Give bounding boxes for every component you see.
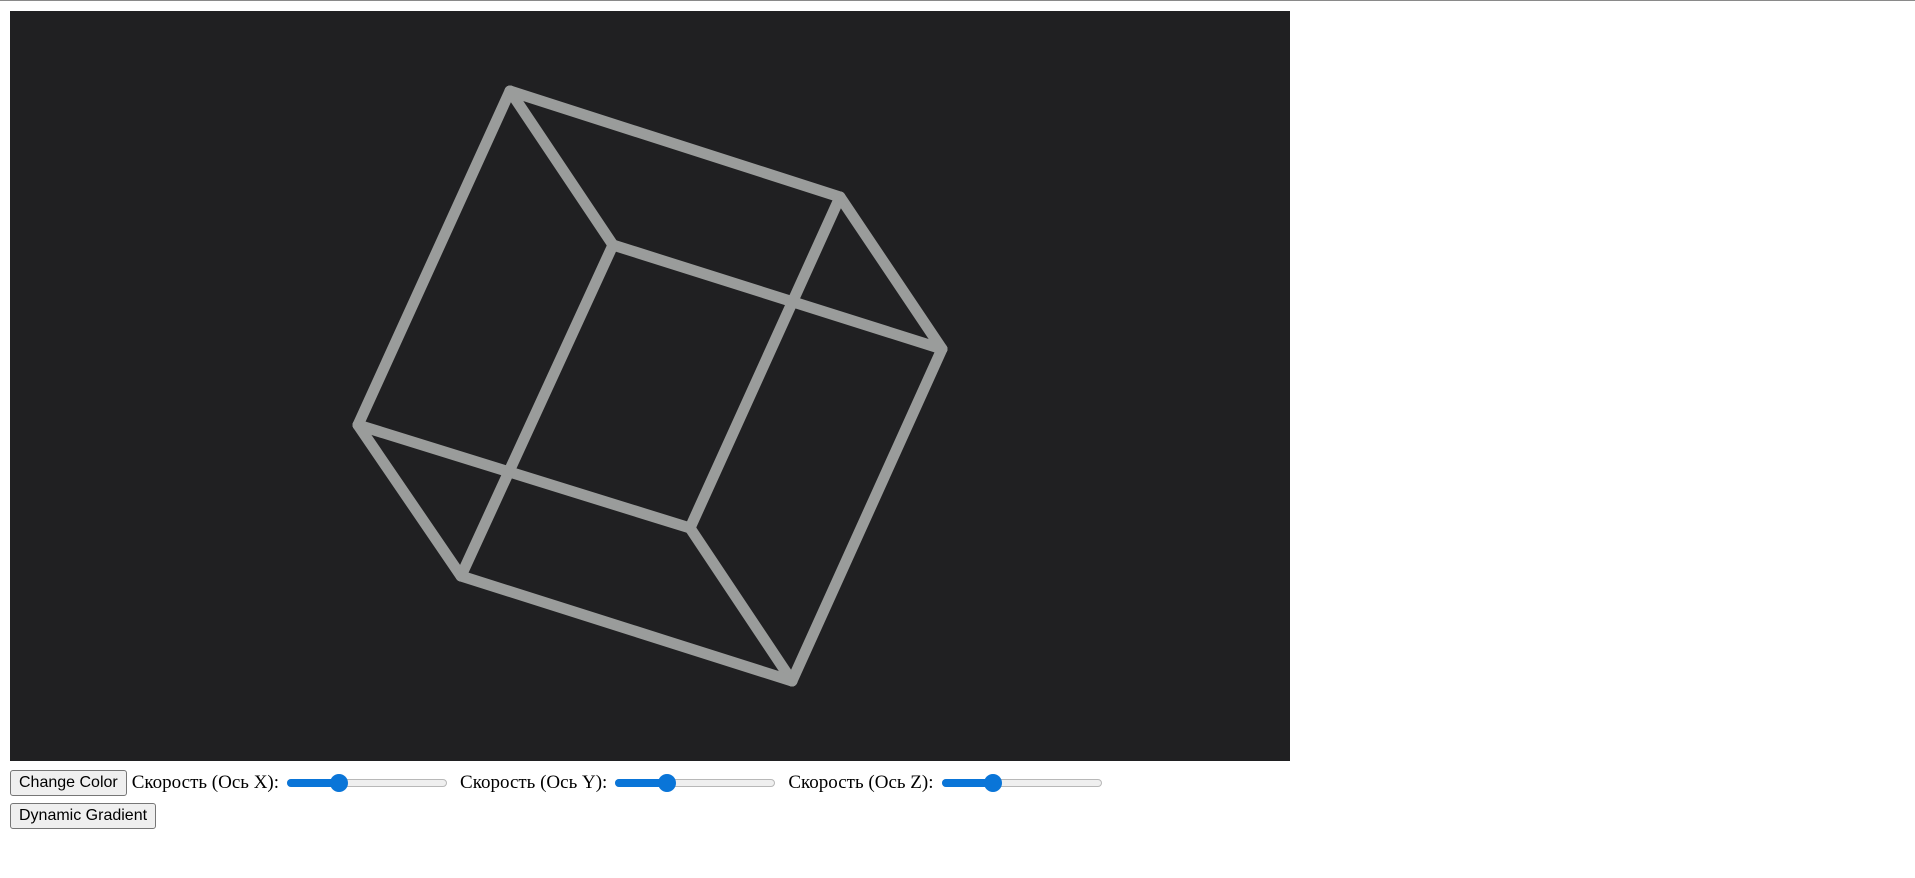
speed-y-label: Скорость (Ось Y): xyxy=(460,772,608,793)
speed-y-slider[interactable] xyxy=(615,772,776,794)
speed-x-label: Скорость (Ось X): xyxy=(131,772,280,793)
slider-thumb[interactable] xyxy=(984,774,1003,792)
cube-edge xyxy=(504,85,846,203)
speed-z-label: Скорость (Ось Z): xyxy=(788,772,934,793)
cube-edge xyxy=(786,343,948,687)
dynamic-gradient-button[interactable]: Dynamic Gradient xyxy=(10,803,157,829)
change-color-button[interactable]: Change Color xyxy=(10,770,127,796)
speed-x-slider[interactable] xyxy=(287,772,448,794)
speed-z-slider[interactable] xyxy=(941,772,1102,794)
cube-edge xyxy=(684,191,846,534)
slider-thumb[interactable] xyxy=(329,774,348,792)
cube-edge xyxy=(455,239,619,582)
cube-edge xyxy=(352,85,516,431)
controls-row: Change Color Скорость (Ось X): Скорость … xyxy=(10,770,1290,796)
controls-row-2: Dynamic Gradient xyxy=(10,803,157,831)
slider-thumb[interactable] xyxy=(657,774,676,792)
cube-canvas xyxy=(10,11,1290,761)
top-border xyxy=(0,0,1915,1)
wireframe-cube xyxy=(352,85,948,687)
cube-edge xyxy=(455,570,798,687)
